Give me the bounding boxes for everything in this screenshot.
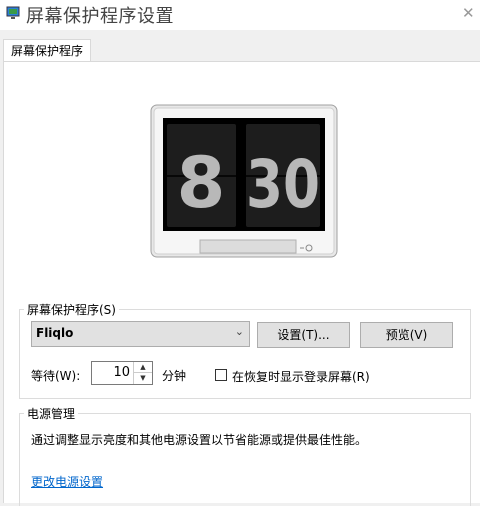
screensaver-group-label: 屏幕保护程序(S) xyxy=(24,301,119,318)
preview-hour: 8 xyxy=(177,142,226,224)
window-title: 屏幕保护程序设置 xyxy=(26,6,174,27)
minutes-label: 分钟 xyxy=(162,369,187,383)
resume-logon-checkbox[interactable] xyxy=(215,369,227,381)
wait-label: 等待(W): xyxy=(31,369,81,383)
wait-value[interactable]: 10 xyxy=(113,365,130,380)
spin-up-icon[interactable]: ▲ xyxy=(134,362,152,373)
power-group-label: 电源管理 xyxy=(24,405,79,422)
close-icon[interactable]: ✕ xyxy=(462,4,475,22)
preview-minute: 30 xyxy=(246,146,320,223)
chevron-down-icon: ⌄ xyxy=(234,325,244,338)
monitor-preview: 8 30 xyxy=(150,104,338,258)
tab-strip: 屏幕保护程序 xyxy=(0,30,480,63)
settings-button[interactable]: 设置(T)... xyxy=(257,322,350,348)
preview-button[interactable]: 预览(V) xyxy=(360,322,453,348)
power-group xyxy=(19,413,471,506)
tab-screensaver[interactable]: 屏幕保护程序 xyxy=(3,39,91,63)
wait-spin-buttons: ▲ ▼ xyxy=(133,362,152,384)
screensaver-select[interactable]: Fliqlo ⌄ xyxy=(31,321,250,347)
screensaver-app-icon xyxy=(6,6,20,19)
power-description: 通过调整显示亮度和其他电源设置以节省能源或提供最佳性能。 xyxy=(31,433,368,447)
change-power-settings-link[interactable]: 更改电源设置 xyxy=(31,473,103,490)
spin-down-icon[interactable]: ▼ xyxy=(134,373,152,384)
screensaver-selected: Fliqlo xyxy=(36,326,74,340)
title-bar: 屏幕保护程序设置 ✕ xyxy=(0,0,480,30)
wait-stepper[interactable]: 10 ▲ ▼ xyxy=(91,361,153,385)
resume-logon-label[interactable]: 在恢复时显示登录屏幕(R) xyxy=(232,368,370,385)
